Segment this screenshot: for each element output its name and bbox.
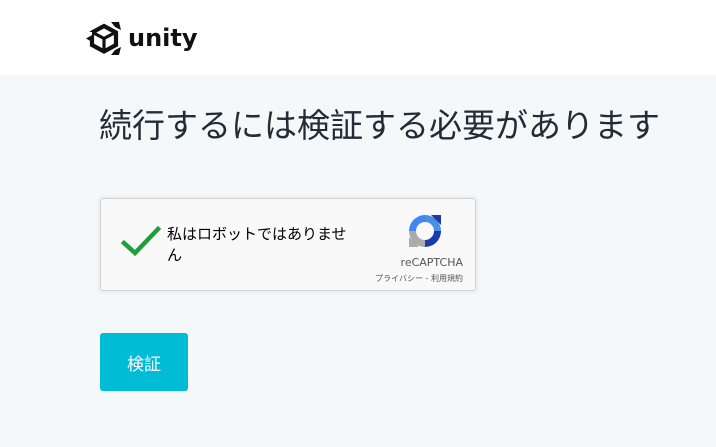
recaptcha-links: プライバシー - 利用規約	[345, 273, 463, 284]
recaptcha-label[interactable]: 私はロボットではありません	[167, 224, 357, 266]
privacy-link[interactable]: プライバシー	[375, 274, 423, 283]
recaptcha-branding: reCAPTCHA プライバシー - 利用規約	[345, 211, 469, 289]
page-title: 続行するには検証する必要があります	[99, 106, 660, 145]
verify-button[interactable]: 検証	[100, 333, 188, 391]
unity-cube-icon	[86, 22, 121, 55]
recaptcha-widget: 私はロボットではありません reCAPTCHA プライバシー - 利用規約	[100, 198, 476, 291]
terms-link[interactable]: 利用規約	[431, 274, 463, 283]
checkmark-icon[interactable]	[121, 225, 161, 259]
recaptcha-brand-text: reCAPTCHA	[400, 256, 463, 269]
header: unity	[0, 0, 716, 75]
link-separator: -	[423, 274, 431, 283]
unity-logo[interactable]: unity	[86, 20, 198, 56]
logo-text: unity	[128, 24, 198, 52]
recaptcha-logo-icon	[409, 215, 441, 247]
